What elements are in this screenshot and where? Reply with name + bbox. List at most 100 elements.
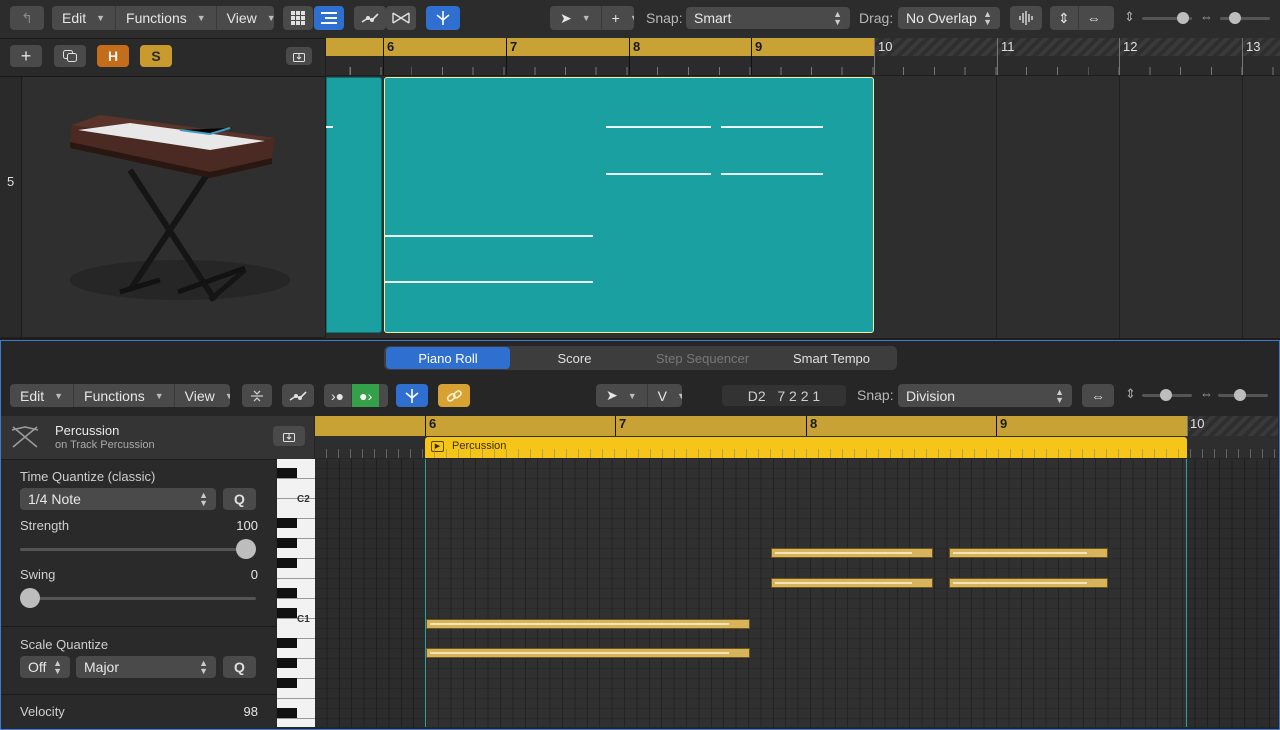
edit-menu[interactable]: Edit ▼ <box>52 6 117 30</box>
editor-vertical-zoom-knob[interactable] <box>1160 389 1172 401</box>
scale-quantize-root-dropdown[interactable]: Off ▲ ▼ <box>20 656 70 678</box>
piano-roll-grid[interactable] <box>315 459 1278 727</box>
editor-catch-button[interactable] <box>396 384 428 407</box>
tab-step-sequencer[interactable]: Step Sequencer <box>640 347 765 369</box>
piano-keyboard[interactable]: C2 C1 <box>277 459 315 727</box>
region-header <box>1 416 314 460</box>
black-keys <box>277 459 297 727</box>
track-number: 5 <box>7 174 15 189</box>
black-key[interactable] <box>277 658 297 668</box>
tracks-download-button[interactable] <box>286 47 312 65</box>
velocity-tool-menu[interactable]: V ▼ <box>648 384 682 407</box>
time-quantize-title: Time Quantize (classic) <box>20 469 156 484</box>
black-key[interactable] <box>277 678 297 688</box>
scale-quantize-q-button[interactable]: Q <box>223 656 256 678</box>
main-menu-group: Edit ▼ Functions ▼ View ▼ <box>52 6 274 30</box>
tab-score[interactable]: Score <box>512 347 637 369</box>
bar-line <box>383 38 384 75</box>
grid-view-button[interactable] <box>283 6 313 30</box>
vertical-fit-button[interactable]: ⇕ <box>1050 6 1079 30</box>
horizontal-zoom-knob[interactable] <box>1229 12 1241 24</box>
black-key[interactable] <box>277 608 297 618</box>
horizontal-fit-button[interactable]: ⇔ <box>1079 6 1109 30</box>
swing-value: 0 <box>250 567 258 582</box>
horizontal-zoom-slider[interactable] <box>1220 17 1270 20</box>
horizontal-zoom-icon: ⇔ <box>1200 9 1213 24</box>
editor-edit-menu[interactable]: Edit ▼ <box>10 384 75 407</box>
midi-note[interactable] <box>771 548 933 558</box>
bar-line <box>425 416 426 436</box>
add-track-button[interactable]: + <box>10 45 42 67</box>
midi-note[interactable] <box>771 578 933 588</box>
back-button[interactable]: ↰ <box>10 6 44 30</box>
midi-note[interactable] <box>949 578 1108 588</box>
strength-label: Strength <box>20 518 70 533</box>
midi-in-button[interactable]: ›● <box>324 384 353 407</box>
editor-automation-button[interactable] <box>282 384 314 407</box>
bar-line <box>615 416 616 436</box>
inspector-download-button[interactable] <box>273 426 305 446</box>
arrange-ruler-hatch <box>874 38 1280 56</box>
arrange-cycle-range[interactable] <box>326 38 874 56</box>
black-key[interactable] <box>277 558 297 568</box>
tab-smart-tempo[interactable]: Smart Tempo <box>768 347 895 369</box>
time-quantize-dropdown[interactable]: 1/4 Note ▲ ▼ <box>20 488 216 510</box>
secondary-tool-menu[interactable]: +▼ <box>602 6 634 30</box>
bar-line <box>806 416 807 436</box>
strength-slider[interactable] <box>20 548 256 551</box>
swing-knob[interactable] <box>20 588 40 608</box>
editor-functions-menu[interactable]: Functions ▼ <box>74 384 175 407</box>
pointer-tool-menu[interactable]: ➤ ▼ <box>550 6 602 30</box>
editor-pointer-tool-menu[interactable]: ➤ ▼ <box>596 384 648 407</box>
midi-note[interactable] <box>949 548 1108 558</box>
midi-note[interactable] <box>426 619 750 629</box>
time-quantize-q-button[interactable]: Q <box>223 488 256 510</box>
black-key[interactable] <box>277 638 297 648</box>
drag-dropdown[interactable]: No Overlap ▲ ▼ <box>898 7 1000 29</box>
hide-button[interactable]: H <box>97 45 129 67</box>
black-key[interactable] <box>277 468 297 478</box>
snap-label: Snap: <box>646 10 683 26</box>
view-menu[interactable]: View ▼ <box>217 6 274 30</box>
list-view-button[interactable] <box>314 6 344 30</box>
black-key[interactable] <box>277 708 297 718</box>
position-display: D2 7 2 2 1 <box>722 385 846 406</box>
functions-menu[interactable]: Functions ▼ <box>116 6 217 30</box>
solo-button[interactable]: S <box>140 45 172 67</box>
midi-region-previous[interactable] <box>326 77 382 333</box>
tab-piano-roll[interactable]: Piano Roll <box>386 347 510 369</box>
black-key[interactable] <box>277 538 297 548</box>
bar-line <box>874 38 875 75</box>
editor-horizontal-zoom-knob[interactable] <box>1234 389 1246 401</box>
midi-region-selected[interactable] <box>384 77 874 333</box>
editor-fit-button[interactable]: ⇔ <box>1082 384 1114 407</box>
link-button[interactable] <box>438 384 470 407</box>
editor-view-menu[interactable]: View ▼ <box>175 384 230 407</box>
ruler-bar-12: 12 <box>1123 39 1138 54</box>
keyboard-synth-image <box>70 115 290 302</box>
automation-button[interactable] <box>354 6 386 30</box>
catch-playhead-button[interactable] <box>426 6 460 30</box>
editor-snap-dropdown[interactable]: Division ▲ ▼ <box>898 384 1072 407</box>
editor-tool-menus: ➤ ▼ V ▼ <box>596 384 682 407</box>
arrange-grid <box>874 76 1280 338</box>
chevron-down-icon: ▼ <box>54 390 64 401</box>
strength-knob[interactable] <box>236 539 256 559</box>
black-key[interactable] <box>277 518 297 528</box>
region-note <box>606 126 711 128</box>
scale-quantize-type-dropdown[interactable]: Major ▲ ▼ <box>76 656 216 678</box>
flex-button[interactable] <box>386 6 416 30</box>
midi-out-button[interactable]: ●› <box>352 384 380 407</box>
snap-dropdown[interactable]: Smart ▲ ▼ <box>686 7 850 29</box>
midi-note[interactable] <box>426 648 750 658</box>
piano-roll-cycle-range[interactable] <box>315 416 1188 436</box>
pointer-icon: ➤ <box>606 387 618 403</box>
swing-slider[interactable] <box>20 597 256 600</box>
waveform-zoom-button[interactable] <box>1010 6 1042 30</box>
updown-chevron-icon: ▲ ▼ <box>199 490 208 508</box>
collapse-button[interactable] <box>242 384 272 407</box>
vertical-zoom-knob[interactable] <box>1177 12 1189 24</box>
black-key[interactable] <box>277 588 297 598</box>
duplicate-track-button[interactable] <box>54 45 86 67</box>
editor-snap-label: Snap: <box>857 387 894 403</box>
